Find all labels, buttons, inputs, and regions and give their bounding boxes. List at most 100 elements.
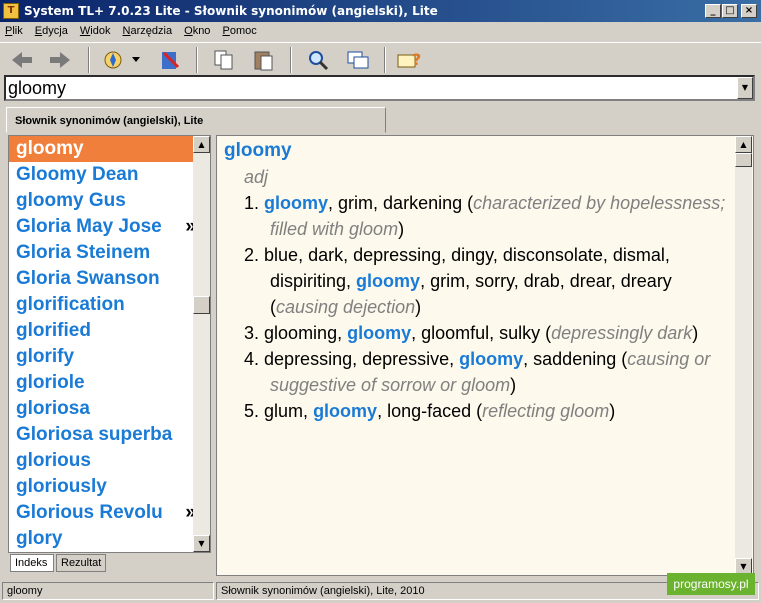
list-item[interactable]: Gloomy Dean	[9, 162, 194, 188]
scroll-up-button[interactable]: ▲	[193, 136, 210, 153]
sense-number: 5.	[244, 401, 260, 421]
list-item-label: Gloriosa superba	[16, 424, 173, 445]
search-dropdown-button[interactable]: ▼	[737, 77, 753, 99]
menu-widok[interactable]: Widok	[75, 22, 115, 37]
back-button[interactable]	[8, 47, 36, 73]
list-item[interactable]: gloomy	[9, 136, 194, 162]
help-button[interactable]: ?	[396, 47, 424, 73]
list-item[interactable]: gloriosa	[9, 396, 194, 422]
entry-content: gloomy adj 1. gloomy, grim, darkening (c…	[224, 138, 729, 424]
list-item[interactable]: glorify	[9, 344, 194, 370]
paste-icon	[254, 51, 273, 71]
synonym-text: , grim, darkening (	[328, 193, 474, 213]
sense-item: 3. glooming, gloomy, gloomful, sulky (de…	[224, 320, 729, 346]
search-input[interactable]	[8, 78, 736, 98]
highlighted-headword[interactable]: gloomy	[313, 401, 377, 421]
scroll-thumb[interactable]	[735, 153, 752, 167]
window-title: System TL+ 7.0.23 Lite - Słownik synonim…	[24, 4, 438, 18]
highlighted-headword[interactable]: gloomy	[347, 323, 411, 343]
status-bar: gloomy Słownik synonimów (angielski), Li…	[0, 580, 761, 603]
help-book-icon: ?	[397, 50, 421, 69]
list-item[interactable]: glorification	[9, 292, 194, 318]
menu-narzedzia[interactable]: Narzędzia	[118, 22, 177, 37]
list-item[interactable]: gloriole	[9, 370, 194, 396]
list-item-label: glorify	[16, 346, 75, 367]
copy-icon	[214, 50, 233, 70]
list-item[interactable]: Gloria May Jose»	[9, 214, 194, 240]
word-list-scrollbar[interactable]: ▲ ▼	[193, 136, 210, 552]
svg-text:?: ?	[412, 50, 421, 69]
copy-button[interactable]	[210, 47, 238, 73]
sense-number: 2.	[244, 245, 260, 265]
highlighted-headword[interactable]: gloomy	[356, 271, 420, 291]
watermark-logo: programosy.pl	[667, 573, 755, 595]
list-item-label: Gloria Steinem	[16, 242, 151, 263]
list-item-label: Glorious Revolu	[16, 502, 163, 523]
list-item-label: gloriosa	[16, 398, 90, 419]
list-item[interactable]: glory	[9, 526, 194, 552]
sense-number: 4.	[244, 349, 260, 369]
word-list[interactable]: gloomy Gloomy Dean gloomy Gus Gloria May Jo…	[9, 136, 194, 552]
highlighted-headword[interactable]: gloomy	[459, 349, 523, 369]
highlighted-headword[interactable]: gloomy	[264, 193, 328, 213]
list-item[interactable]: Gloria Steinem	[9, 240, 194, 266]
list-item[interactable]: Gloria Swanson	[9, 266, 194, 292]
chevron-down-icon	[132, 57, 140, 62]
sense-gloss: depressingly dark	[551, 323, 693, 343]
toolbar-separator	[88, 47, 90, 73]
close-button[interactable]: ×	[741, 4, 757, 18]
book-close-icon	[162, 51, 180, 69]
search-button[interactable]	[304, 47, 332, 73]
list-item-label: Gloria Swanson	[16, 268, 160, 289]
app-icon[interactable]: T	[3, 3, 19, 19]
menu-plik[interactable]: Plik	[0, 22, 27, 37]
scroll-down-button[interactable]: ▼	[193, 535, 210, 552]
title-bar: T System TL+ 7.0.23 Lite - Słownik synon…	[0, 0, 761, 22]
menu-okno[interactable]: Okno	[179, 22, 214, 37]
menu-pomoc[interactable]: Pomoc	[218, 22, 261, 37]
tab-indeks[interactable]: Indeks	[10, 554, 54, 572]
document-tab-strip: Słownik synonimów (angielski), Lite	[0, 103, 761, 133]
list-item[interactable]: Glorious Revolu»	[9, 500, 194, 526]
sense-item: 1. gloomy, grim, darkening (characterize…	[224, 190, 729, 242]
list-item[interactable]: gloomy Gus	[9, 188, 194, 214]
dictionary-select-button[interactable]	[100, 47, 128, 73]
paste-button[interactable]	[250, 47, 278, 73]
sense-gloss: reflecting gloom	[482, 401, 610, 421]
list-item-label: glory	[16, 528, 63, 549]
minimize-button[interactable]: _	[705, 4, 721, 18]
maximize-button[interactable]: □	[722, 4, 738, 18]
forward-button[interactable]	[46, 47, 74, 73]
toolbar-separator	[384, 47, 386, 73]
sense-item: 5. glum, gloomy, long-faced (reflecting …	[224, 398, 729, 424]
synonym-text: , saddening (	[523, 349, 628, 369]
synonym-text: )	[510, 375, 517, 395]
scroll-thumb[interactable]	[193, 296, 210, 314]
definition-scrollbar[interactable]: ▲ ▼	[735, 136, 752, 575]
sense-gloss: causing dejection	[276, 297, 416, 317]
list-item[interactable]: Gloriosa superba	[9, 422, 194, 448]
toolbar: ?	[0, 42, 761, 75]
window-button[interactable]	[344, 47, 372, 73]
list-item[interactable]: gloriously	[9, 474, 194, 500]
list-item-label: glorious	[16, 450, 91, 471]
close-dictionary-button[interactable]	[156, 47, 184, 73]
tab-rezultat[interactable]: Rezultat	[56, 554, 106, 572]
back-arrow-icon	[12, 52, 32, 68]
scroll-up-button[interactable]: ▲	[735, 136, 752, 153]
sense-item: 4. depressing, depressive, gloomy, sadde…	[224, 346, 729, 398]
windows-icon	[347, 51, 369, 69]
synonym-text: depressing, depressive,	[264, 349, 460, 369]
menu-edycja[interactable]: Edycja	[30, 22, 72, 37]
synonym-text: )	[415, 297, 422, 317]
list-item[interactable]: glorified	[9, 318, 194, 344]
dictionary-dropdown-arrow[interactable]	[128, 47, 144, 73]
sense-number: 3.	[244, 323, 260, 343]
list-item-label: glorified	[16, 320, 91, 341]
compass-icon	[104, 51, 122, 69]
synonym-text: )	[692, 323, 699, 343]
tab-dictionary[interactable]: Słownik synonimów (angielski), Lite	[6, 107, 386, 133]
list-item-label: gloriole	[16, 372, 85, 393]
search-combobox[interactable]: ▼	[4, 75, 755, 101]
list-item[interactable]: glorious	[9, 448, 194, 474]
